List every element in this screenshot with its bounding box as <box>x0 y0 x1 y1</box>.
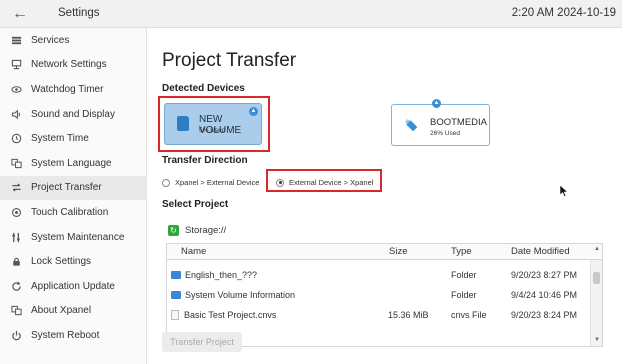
table-header: Name Size Type Date Modified <box>167 244 602 260</box>
sidebar-item-system-language[interactable]: System Language <box>0 151 146 176</box>
speaker-icon <box>9 107 23 121</box>
row-type: Folder <box>451 290 477 300</box>
sidebar-item-label: Touch Calibration <box>31 206 109 218</box>
clock: 2:20 AM 2024-10-19 <box>511 7 616 19</box>
sidebar-item-network-settings[interactable]: Network Settings <box>0 53 146 78</box>
sidebar-item-label: System Reboot <box>31 329 100 341</box>
sidebar-item-label: Lock Settings <box>31 256 92 268</box>
folder-icon <box>171 291 181 299</box>
radio-xpanel-to-external[interactable]: Xpanel > External Device <box>162 178 259 187</box>
sidebar-item-label: Network Settings <box>31 59 107 71</box>
power-icon <box>9 328 23 342</box>
device-usage: 26% Used <box>430 130 460 137</box>
file-icon <box>171 310 179 320</box>
usb-drive-icon <box>404 118 417 131</box>
back-button[interactable]: ← <box>10 4 30 24</box>
detected-devices-heading: Detected Devices <box>162 83 245 94</box>
sidebar-item-touch-calibration[interactable]: Touch Calibration <box>0 200 146 225</box>
sidebar-item-system-reboot[interactable]: System Reboot <box>0 323 146 348</box>
refresh-icon <box>9 279 23 293</box>
arrow-left-icon: ← <box>12 5 28 22</box>
sidebar-item-lock-settings[interactable]: Lock Settings <box>0 249 146 274</box>
row-name: Basic Test Project.cnvs <box>171 310 276 320</box>
folder-icon <box>171 271 181 279</box>
mouse-cursor-icon <box>559 184 569 198</box>
table-scrollbar[interactable]: ▲ ▼ <box>590 246 602 346</box>
sidebar: Services Network Settings Watchdog Timer… <box>0 28 147 364</box>
row-size: 15.36 MiB <box>388 310 429 320</box>
table-row[interactable]: Basic Test Project.cnvs 15.36 MiB cnvs F… <box>167 306 592 326</box>
sidebar-item-application-update[interactable]: Application Update <box>0 274 146 299</box>
sidebar-item-label: System Language <box>31 157 112 169</box>
sidebar-item-label: Project Transfer <box>31 182 102 194</box>
table-row[interactable]: English_then_??? Folder 9/20/23 8:27 PM <box>167 266 592 286</box>
column-date-modified[interactable]: Date Modified <box>511 246 570 257</box>
row-name: English_then_??? <box>171 270 257 280</box>
scrollbar-thumb[interactable] <box>593 272 600 284</box>
language-icon <box>9 156 23 170</box>
target-icon <box>9 205 23 219</box>
sidebar-item-project-transfer[interactable]: Project Transfer <box>0 175 146 201</box>
radio-button[interactable] <box>162 178 170 187</box>
transfer-project-button[interactable]: Transfer Project <box>162 332 242 352</box>
page-title: Project Transfer <box>162 50 297 71</box>
sidebar-item-label: Watchdog Timer <box>31 83 104 95</box>
window-title: Settings <box>58 7 100 19</box>
radio-label: Xpanel > External Device <box>175 178 260 187</box>
transfer-icon <box>9 181 23 195</box>
sidebar-item-label: About Xpanel <box>31 305 92 317</box>
services-icon <box>9 33 23 47</box>
device-card-bootmedia[interactable]: BOOTMEDIA 26% Used ▲ <box>391 99 490 146</box>
sidebar-item-label: System Maintenance <box>31 231 125 243</box>
column-type[interactable]: Type <box>451 246 472 257</box>
sidebar-item-label: Application Update <box>31 280 115 292</box>
maintenance-icon <box>9 230 23 244</box>
highlight-box-device <box>158 96 270 152</box>
sidebar-item-system-maintenance[interactable]: System Maintenance <box>0 225 146 250</box>
column-name[interactable]: Name <box>181 246 206 257</box>
transfer-direction-heading: Transfer Direction <box>162 155 248 166</box>
clock-icon <box>9 132 23 146</box>
sidebar-item-system-time[interactable]: System Time <box>0 126 146 151</box>
sidebar-item-sound-and-display[interactable]: Sound and Display <box>0 102 146 127</box>
table-row[interactable]: System Volume Information Folder 9/4/24 … <box>167 286 592 306</box>
row-type: Folder <box>451 270 477 280</box>
row-name-text: System Volume Information <box>185 290 296 300</box>
eject-icon[interactable]: ▲ <box>432 99 441 108</box>
device-name: BOOTMEDIA <box>430 117 488 128</box>
row-name-text: English_then_??? <box>185 270 258 280</box>
select-project-heading: Select Project <box>162 199 229 210</box>
network-icon <box>9 58 23 72</box>
row-type: cnvs File <box>451 310 487 320</box>
scroll-down-icon[interactable]: ▼ <box>591 335 602 345</box>
row-date: 9/4/24 10:46 PM <box>511 290 578 300</box>
storage-path[interactable]: ↻ Storage:// <box>168 225 226 236</box>
column-size[interactable]: Size <box>389 246 407 257</box>
sidebar-item-label: System Time <box>31 133 89 145</box>
lock-icon <box>9 255 23 269</box>
info-icon <box>9 304 23 318</box>
highlight-box-direction <box>266 169 382 192</box>
sidebar-item-watchdog-timer[interactable]: Watchdog Timer <box>0 77 146 102</box>
row-date: 9/20/23 8:27 PM <box>511 270 578 280</box>
refresh-icon[interactable]: ↻ <box>168 225 179 236</box>
sidebar-item-label: Services <box>31 34 70 46</box>
row-date: 9/20/23 8:24 PM <box>511 310 578 320</box>
sidebar-item-services[interactable]: Services <box>0 28 146 53</box>
scroll-up-icon[interactable]: ▲ <box>591 244 602 254</box>
sidebar-item-label: Sound and Display <box>31 108 115 120</box>
eye-icon <box>9 82 23 96</box>
row-name-text: Basic Test Project.cnvs <box>184 310 277 320</box>
main-panel: Project Transfer Detected Devices NEW VO… <box>148 28 622 364</box>
row-name: System Volume Information <box>171 290 295 300</box>
title-bar: ← Settings 2:20 AM 2024-10-19 <box>0 0 622 28</box>
storage-path-label: Storage:// <box>185 225 227 236</box>
sidebar-item-about-xpanel[interactable]: About Xpanel <box>0 299 146 324</box>
